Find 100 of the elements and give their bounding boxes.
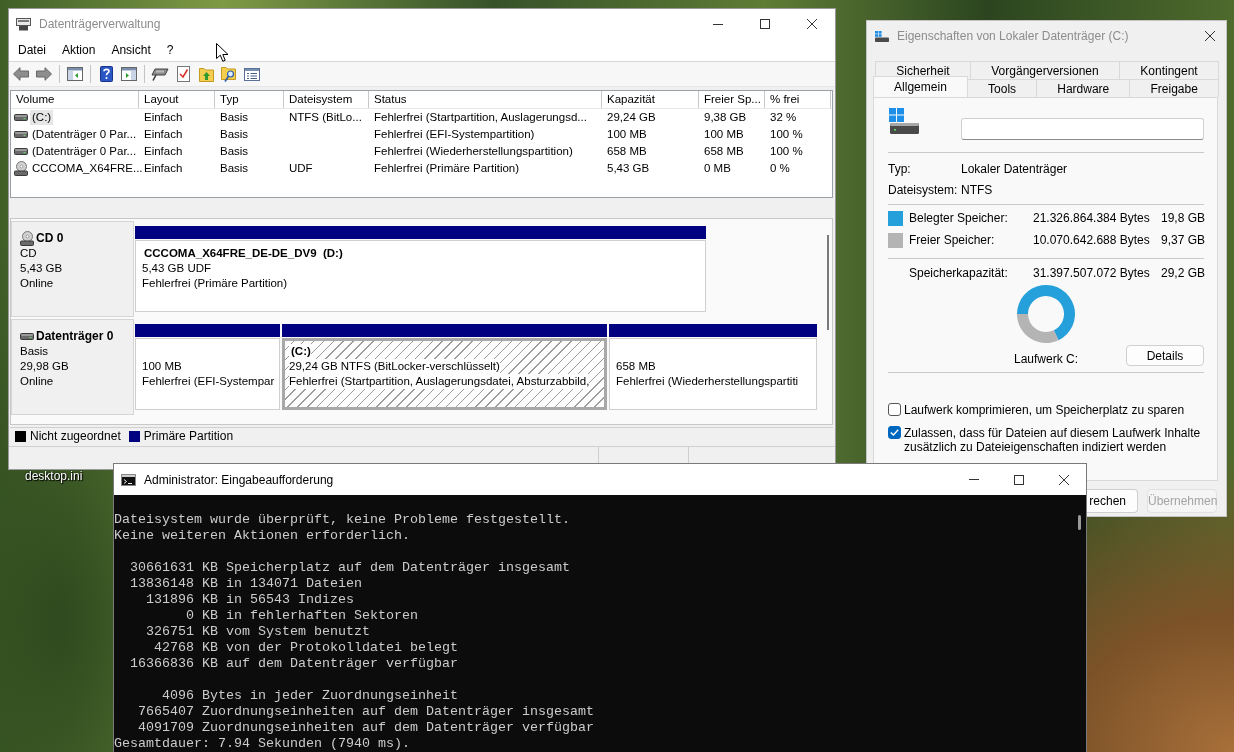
field-value: NTFS [961,182,994,197]
table-cell-text: Einfach [143,144,184,159]
table-cell-text: UDF [288,161,314,176]
table-cell-text: Basis [219,161,250,176]
field-value: Lokaler Datenträger [961,161,1069,176]
maximize-icon [759,19,770,29]
table-cell-text: Basis [219,127,250,142]
table-cell[interactable]: CCCOMA_X64FRE... [30,161,145,176]
cd-drive-icon [14,161,28,176]
scrollbar-thumb[interactable] [827,235,829,330]
capacity-bytes: 31.397.507.072 Bytes [1033,266,1151,280]
console-line: 16366836 KB auf dem Datenträger verfügbar [129,656,458,672]
table-cell-text: NTFS (BitLo... [288,110,363,125]
drive-icon [14,114,28,121]
tab[interactable]: Kontingent [1119,61,1219,79]
console-icon [121,473,136,486]
cd-drive-icon [20,231,34,246]
table-cell-text: 100 MB [606,127,648,142]
table-cell-text: Basis [219,110,250,125]
console-line: 131896 KB in 56543 Indizes [145,592,354,608]
usage-size: 9,37 GB [1161,233,1206,247]
table-cell-text: 100 MB [703,127,745,142]
console-line: Dateisystem wurde überprüft, keine Probleme festgestellt. [114,512,570,528]
details-button[interactable]: Details [1126,345,1204,366]
table-cell-text: Einfach [143,161,184,176]
table-cell[interactable]: (C:) [30,110,54,125]
menu-item[interactable]: ? [158,40,182,60]
name-input-field[interactable] [961,118,1204,140]
console-line: 4096 Bytes in jeder Zuordnungseinheit [161,688,458,704]
usage-label: Belegter Speicher: [909,211,1009,225]
field-label: Dateisystem: [888,182,959,197]
scrollbar-thumb[interactable] [1078,515,1081,530]
window-title: Datenträgerverwaltung [39,17,161,31]
drive-label: Laufwerk C: [1014,352,1078,366]
window-title: Administrator: Eingabeaufforderung [144,472,334,487]
table-cell-text: Fehlerfrei (Primäre Partition) [373,161,521,176]
panel-icon [121,67,137,81]
partition-box[interactable]: 100 MB Fehlerfrei (EFI-Systempar [135,338,280,410]
drive-icon [20,333,34,340]
dialog-button[interactable]: rechen [1087,489,1138,513]
menu-item[interactable]: Aktion [54,40,104,60]
disk-name: CD 0 [36,231,64,246]
checkbox[interactable] [888,403,901,416]
console-line: Keine weiteren Aktionen erforderlich. [114,528,410,544]
minimize-icon [712,23,723,25]
checkbox[interactable] [888,426,901,439]
table-cell-text: Einfach [143,110,184,125]
disk-detail: 5,43 GB [20,261,63,276]
help-icon [99,66,113,82]
disk-detail: Online [20,276,54,291]
table-cell-text: 9,38 GB [703,110,748,125]
windows-drive-icon [875,30,889,42]
panel-icon [67,67,83,81]
capacity-label: Speicherkapazität: [909,266,1009,280]
table-cell-text: 29,24 GB [606,110,657,125]
tab[interactable]: Vorgängerversionen [970,61,1120,79]
usage-label: Freier Speicher: [909,233,996,247]
forward-arrow-icon [36,67,52,81]
partition-box[interactable]: (C:) 29,24 GB NTFS (BitLocker-verschlüsselt) Fehlerfrei (Startpartition, Auslagerungsdatei, Absturzabbild, [282,338,607,410]
disk-info-panel[interactable]: CD 0 CD 5,43 GB Online [11,221,134,317]
table-cell-text: 658 MB [703,144,745,159]
close-icon [806,19,817,29]
tab[interactable]: Freigabe [1129,79,1219,97]
list-icon [244,67,260,81]
desktop-file-label[interactable]: desktop.ini [25,469,83,483]
legend-label: Primäre Partition [143,429,234,443]
disk-management-icon [16,17,31,31]
folder-search-icon [221,66,237,82]
partition-detail: 100 MB [142,359,182,374]
partition-label: CCCOMA_X64FRE_DE-DE_DV9 (D:) [143,246,343,261]
table-cell[interactable]: (Datenträger 0 Par... [30,144,139,159]
table-cell-text: 32 % [769,110,798,125]
table-cell-text: 0 % [769,161,791,176]
console-line: 0 KB in fehlerhaften Sektoren [184,608,418,624]
disk-detail: CD [20,246,37,261]
partition-detail: Fehlerfrei (EFI-Systempar [142,374,275,389]
table-cell-text: 658 MB [606,144,648,159]
partition-box[interactable]: CCCOMA_X64FRE_DE-DE_DV9 (D:) 5,43 GB UDF Fehlerfrei (Primäre Partition) [135,240,706,312]
menu-item[interactable]: Datei [10,40,54,60]
checkbox-label: Laufwerk komprimieren, um Speicherplatz zu sparen [904,403,1185,417]
table-cell-text: 100 % [769,144,804,159]
windows-drive-icon [889,108,919,134]
partition-box[interactable]: 658 MB Fehlerfrei (Wiederherstellungspartiti [609,338,817,410]
console-line: 326751 KB vom System benutzt [145,624,370,640]
table-cell-text: 5,43 GB [606,161,651,176]
usage-bytes: 10.070.642.688 Bytes [1033,233,1151,247]
tick-icon [890,429,899,436]
disk-name: Datenträger 0 [36,329,114,344]
partition-detail: Fehlerfrei (Wiederherstellungspartiti [616,374,799,389]
close-icon [1205,31,1215,41]
table-cell[interactable]: (Datenträger 0 Par... [30,127,139,142]
tab[interactable]: Allgemein [873,76,968,97]
console-line: 42768 KB von der Protokolldatei belegt [153,640,458,656]
drive-icon [14,148,28,155]
partition-detail: 5,43 GB UDF [142,261,212,276]
partition-label: (C:) [289,344,311,359]
menu-item[interactable]: Ansicht [103,40,159,60]
table-cell-text: Basis [219,144,250,159]
disk-info-panel[interactable]: Datenträger 0 Basis 29,98 GB Online [11,319,134,415]
drive-icon [151,67,169,81]
